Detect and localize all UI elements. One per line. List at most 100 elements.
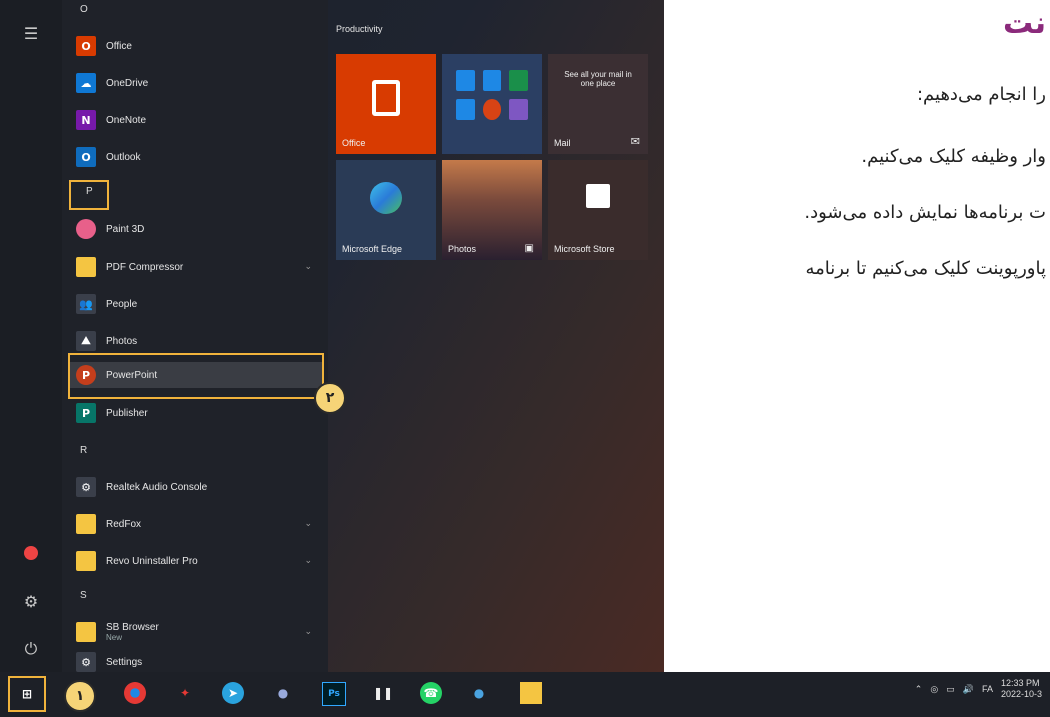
windows-start-button[interactable]: ⊞ <box>8 676 46 712</box>
whatsapp-icon[interactable]: ☎ <box>420 682 442 704</box>
store-bag-icon <box>586 184 610 208</box>
app-photos[interactable]: ⛰ Photos <box>68 328 322 354</box>
clock[interactable]: 12:33 PM 2022-10-3 <box>1001 678 1042 700</box>
telegram-icon[interactable]: ➤ <box>222 682 244 704</box>
start-menu-screenshot: ☰ ⚙ ⏻ O O Office ☁ OneDrive N OneNote O … <box>0 0 664 672</box>
document-area: نت را انجام می‌دهیم: وار وظیفه کلیک می‌ک… <box>660 0 1050 672</box>
tile-mail[interactable]: See all your mail in one place Mail ✉ <box>548 54 648 154</box>
tile-label: Microsoft Edge <box>342 244 403 254</box>
app-label: Photos <box>106 335 138 347</box>
app-label: Realtek Audio Console <box>106 481 208 493</box>
app-pdf-compressor[interactable]: PDF Compressor ⌄ <box>68 254 322 280</box>
power-icon[interactable]: ⏻ <box>14 636 48 662</box>
chevron-down-icon: ⌄ <box>304 262 312 272</box>
excel-icon <box>509 70 528 91</box>
folder-icon <box>76 257 96 277</box>
app-onedrive[interactable]: ☁ OneDrive <box>68 70 322 96</box>
app-label: RedFox <box>106 518 142 530</box>
app-settings[interactable]: ⚙ Settings <box>68 652 322 672</box>
onedrive-icon: ☁ <box>76 73 96 93</box>
user-app-icon[interactable]: ● <box>272 682 294 704</box>
app-label: Paint 3D <box>106 223 145 235</box>
publisher-icon: P <box>76 403 96 423</box>
app-label: Office <box>106 40 132 52</box>
language-indicator[interactable]: FA <box>982 684 993 694</box>
tile-office-apps[interactable] <box>442 54 542 154</box>
app-label: SB Browser <box>106 622 159 633</box>
office-icon: O <box>76 36 96 56</box>
app-label-group: SB Browser New <box>106 622 159 642</box>
paint3d-icon <box>76 219 96 239</box>
tile-photos[interactable]: Photos ▣ <box>442 160 542 260</box>
display-icon[interactable]: ▭ <box>946 684 955 695</box>
word-icon <box>456 70 475 91</box>
app-label: OneDrive <box>106 77 149 89</box>
onenote-icon: N <box>76 110 96 130</box>
image-icon: ▣ <box>524 243 534 254</box>
tile-label: Mail <box>554 138 571 148</box>
app-label: Settings <box>106 656 143 668</box>
app-realtek[interactable]: ⚙ Realtek Audio Console <box>68 474 322 500</box>
photos-icon: ⛰ <box>76 331 96 351</box>
powerpoint-icon <box>482 99 502 120</box>
document-line: پاورپوینت کلیک می‌کنیم تا برنامه <box>805 258 1046 279</box>
app-revo-uninstaller[interactable]: Revo Uninstaller Pro ⌄ <box>68 548 322 574</box>
tile-office[interactable]: Office <box>336 54 436 154</box>
app-office[interactable]: O Office <box>68 33 322 59</box>
app-paint3d[interactable]: Paint 3D <box>68 216 322 242</box>
app-redfox[interactable]: RedFox ⌄ <box>68 511 322 537</box>
app-label: Revo Uninstaller Pro <box>106 555 198 567</box>
chevron-down-icon: ⌄ <box>304 627 312 637</box>
letter-header: O <box>80 4 88 15</box>
app-list: O O Office ☁ OneDrive N OneNote O Outloo… <box>62 0 328 672</box>
people-icon: 👥 <box>76 294 96 314</box>
avatar-icon <box>24 546 38 560</box>
app-publisher[interactable]: P Publisher <box>68 400 322 426</box>
settings-gear-icon[interactable]: ⚙ <box>14 588 48 614</box>
chrome-icon[interactable] <box>124 682 146 704</box>
chevron-down-icon: ⌄ <box>304 519 312 529</box>
app-outlook[interactable]: O Outlook <box>68 144 322 170</box>
clock-date: 2022-10-3 <box>1000 689 1042 699</box>
app-label: PDF Compressor <box>106 261 184 273</box>
tile-microsoft-edge[interactable]: Microsoft Edge <box>336 160 436 260</box>
hamburger-menu-icon[interactable]: ☰ <box>14 20 48 46</box>
network-icon[interactable]: ◎ <box>930 684 938 695</box>
document-line: ت برنامه‌ها نمایش داده می‌شود. <box>804 202 1046 223</box>
app-label: Publisher <box>106 407 148 419</box>
edge-icon <box>370 182 402 214</box>
volume-icon[interactable]: 🔊 <box>963 684 974 695</box>
system-tray: ⌃ ◎ ▭ 🔊 FA 12:33 PM 2022-10-3 <box>915 678 1042 700</box>
document-line: وار وظیفه کلیک می‌کنیم. <box>861 146 1046 167</box>
tile-microsoft-store[interactable]: Microsoft Store <box>548 160 648 260</box>
folder-icon <box>76 622 96 642</box>
app-people[interactable]: 👥 People <box>68 291 322 317</box>
mail-icon: ✉ <box>630 135 640 148</box>
media-app-icon[interactable]: ❚❚ <box>372 682 394 704</box>
app-icons-grid <box>456 70 528 120</box>
app-sb-browser[interactable]: SB Browser New ⌄ <box>68 616 322 648</box>
taskbar: ⊞ ١ ✦ ➤ ● Ps ❚❚ ☎ ● ⌃ ◎ ▭ 🔊 FA 12:33 PM … <box>0 672 1050 717</box>
letter-header-s[interactable]: S <box>80 590 87 601</box>
teams-icon <box>482 70 502 91</box>
document-line: را انجام می‌دهیم: <box>916 84 1046 105</box>
app-onenote[interactable]: N OneNote <box>68 107 322 133</box>
clock-time: 12:33 PM <box>1000 678 1040 688</box>
edge-taskbar-icon[interactable]: ● <box>468 682 490 704</box>
tiles-heading: Productivity <box>336 24 383 34</box>
letter-header-r[interactable]: R <box>80 445 87 456</box>
chevron-up-icon[interactable]: ⌃ <box>915 684 923 695</box>
app-star-icon[interactable]: ✦ <box>174 682 196 704</box>
onenote-icon <box>509 99 528 120</box>
onedrive-icon <box>456 99 475 120</box>
folder-icon <box>76 514 96 534</box>
document-title: نت <box>1002 6 1046 41</box>
tile-label: Photos <box>448 244 477 254</box>
photoshop-icon[interactable]: Ps <box>322 682 346 706</box>
step-badge-1: ١ <box>64 680 96 712</box>
tile-label: Microsoft Store <box>554 244 615 254</box>
chevron-down-icon: ⌄ <box>304 556 312 566</box>
highlight-powerpoint <box>68 353 324 399</box>
file-explorer-icon[interactable] <box>520 682 542 704</box>
user-avatar[interactable] <box>14 540 48 566</box>
